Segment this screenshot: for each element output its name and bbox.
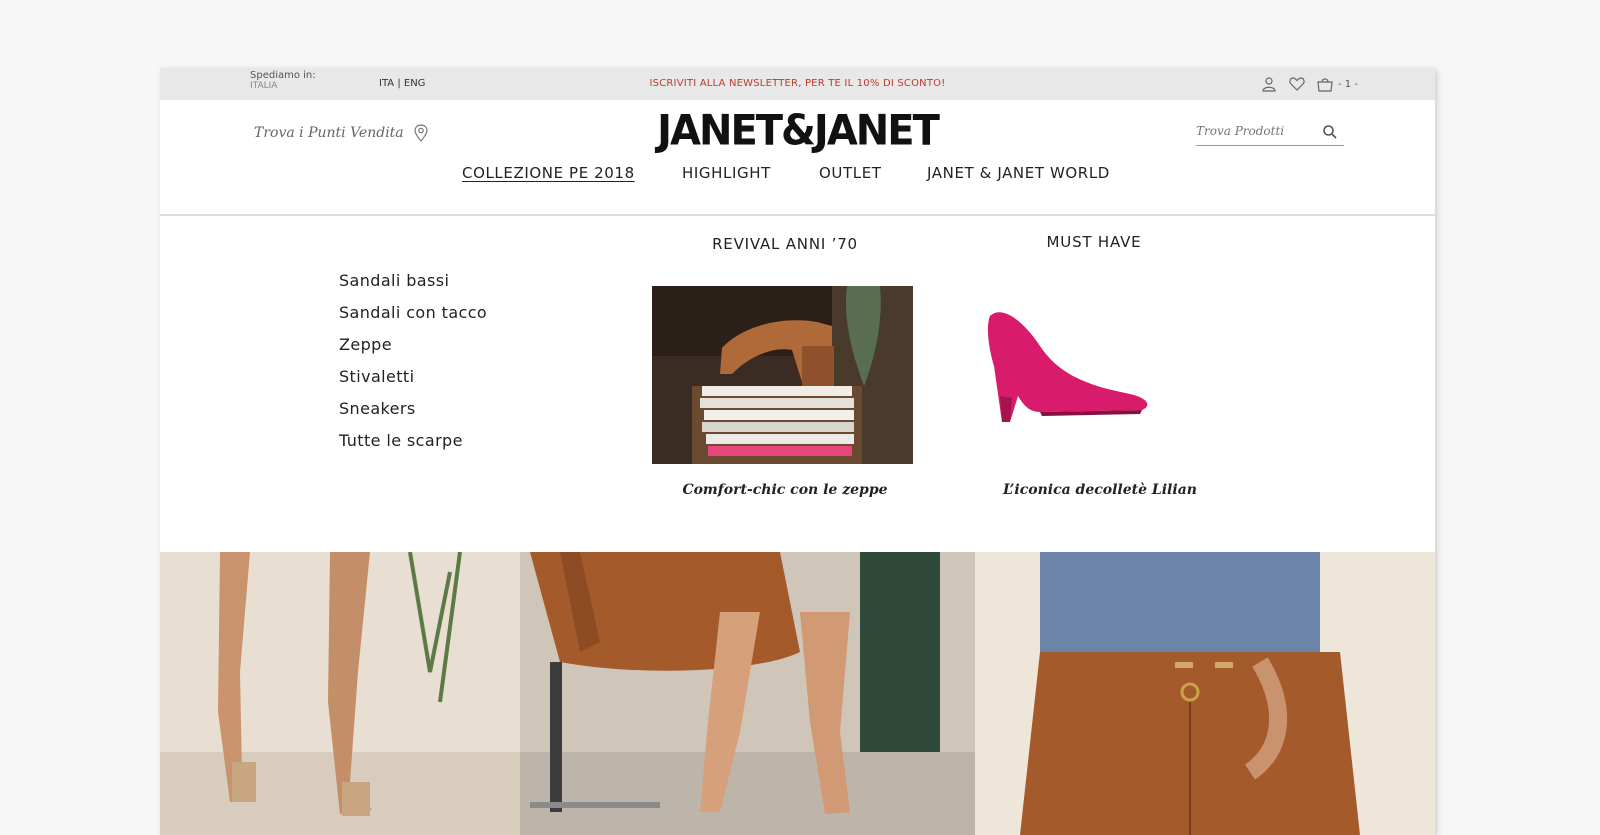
newsletter-banner[interactable]: ISCRIVITI ALLA NEWSLETTER, PER TE IL 10%… [160,78,1435,89]
header-divider [160,214,1435,216]
promo-musthave-caption[interactable]: L’iconica decolletè Lilian [980,482,1220,498]
utility-bar: Spediamo in: ITALIA ITA | ENG ISCRIVITI … [160,68,1435,100]
nav-item-collezione[interactable]: COLLEZIONE PE 2018 [462,164,635,182]
search-input[interactable] [1196,120,1316,138]
user-icon[interactable] [1260,76,1278,92]
category-sandali-bassi[interactable]: Sandali bassi [339,271,487,303]
browser-page: Spediamo in: ITALIA ITA | ENG ISCRIVITI … [160,68,1435,835]
nav-item-highlight[interactable]: HIGHLIGHT [682,164,771,182]
cart-icon[interactable] [1316,76,1334,92]
category-zeppe[interactable]: Zeppe [339,335,487,367]
promo-revival-title[interactable]: REVIVAL ANNI ’70 [652,235,918,253]
promo-revival-image[interactable] [652,286,913,464]
category-sandali-con-tacco[interactable]: Sandali con tacco [339,303,487,335]
category-sneakers[interactable]: Sneakers [339,399,487,431]
category-stivaletti[interactable]: Stivaletti [339,367,487,399]
category-list: Sandali bassi Sandali con tacco Zeppe St… [339,271,487,463]
main-nav: COLLEZIONE PE 2018 HIGHLIGHT OUTLET JANE… [160,164,1435,188]
promo-musthave-image[interactable] [980,306,1160,426]
search-icon[interactable] [1322,124,1338,140]
category-tutte-le-scarpe[interactable]: Tutte le scarpe [339,431,487,463]
promo-revival-caption[interactable]: Comfort-chic con le zeppe [652,482,918,498]
nav-item-outlet[interactable]: OUTLET [819,164,882,182]
nav-item-world[interactable]: JANET & JANET WORLD [927,164,1110,182]
utility-icons: - 1 - [1260,76,1358,92]
hero-image[interactable] [160,552,1435,835]
heart-icon[interactable] [1288,76,1306,92]
promo-musthave-title[interactable]: MUST HAVE [980,233,1208,251]
cart-count: - 1 - [1338,78,1358,90]
search-box [1196,120,1344,146]
